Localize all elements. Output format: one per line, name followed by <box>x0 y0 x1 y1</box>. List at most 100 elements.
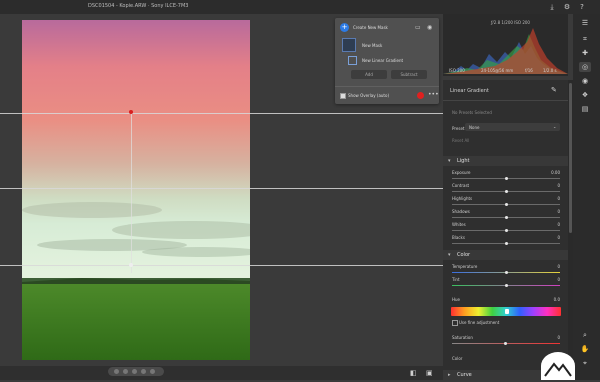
slider-label: Tint <box>452 277 460 282</box>
minimize-icon[interactable]: ▭ <box>415 24 421 31</box>
overlay-color-swatch[interactable] <box>417 92 424 99</box>
crop-tool-icon[interactable]: ⌗ <box>579 34 591 44</box>
download-icon[interactable]: ⤓ <box>548 3 556 11</box>
slider-value[interactable]: 0 <box>548 235 560 240</box>
visibility-icon[interactable]: ◉ <box>427 24 432 31</box>
mask-1-label[interactable]: New Mask <box>362 43 382 48</box>
landscape-photo <box>22 20 250 360</box>
edit-icon[interactable]: ✎ <box>551 86 557 94</box>
hue-knob[interactable] <box>505 309 509 314</box>
slider-label: Highlights <box>452 196 473 201</box>
overlay-checkbox[interactable] <box>340 93 346 99</box>
pager-dot[interactable] <box>141 369 146 374</box>
add-button[interactable]: Add <box>351 70 387 79</box>
mask-thumbnail[interactable] <box>342 38 356 52</box>
section-color-label: Color <box>457 252 471 258</box>
slider-value[interactable]: 0 <box>548 196 560 201</box>
add-mask-icon[interactable]: + <box>340 23 349 32</box>
masking-tool-icon[interactable]: ◎ <box>579 62 591 72</box>
compare-icon[interactable]: ◧ <box>410 369 417 377</box>
preset-label: Preset <box>452 126 465 131</box>
hand-tool-icon[interactable]: ✋ <box>579 344 591 354</box>
slider-label: Contrast <box>452 183 470 188</box>
slider-value[interactable]: 0 <box>548 277 560 282</box>
slider-knob[interactable] <box>505 271 508 274</box>
sampler-tool-icon[interactable]: ⌖ <box>579 358 591 368</box>
bottom-bar: ◧ ▣ <box>0 366 443 380</box>
chevron-right-icon: ▸ <box>448 372 451 378</box>
gradient-guide-bottom[interactable] <box>0 265 443 266</box>
mountain-logo-icon <box>544 362 572 377</box>
gradient-guide-top[interactable] <box>0 113 443 114</box>
help-icon[interactable]: ? <box>578 3 586 11</box>
lens-value: 24-105@56 mm <box>481 68 514 73</box>
redeye-tool-icon[interactable]: ◉ <box>579 76 591 86</box>
pager-dot[interactable] <box>150 369 155 374</box>
slider-value[interactable]: 0 <box>548 264 560 269</box>
slider-value[interactable]: 0.00 <box>548 170 560 175</box>
slider-label: Blacks <box>452 235 465 240</box>
section-light-header[interactable]: ▾ Light <box>443 156 568 166</box>
gradient-handle[interactable] <box>129 263 133 267</box>
photo-preview[interactable] <box>22 20 250 360</box>
divider <box>335 86 439 87</box>
color-label: Color <box>452 356 463 361</box>
pager-dot[interactable] <box>123 369 128 374</box>
slider-value[interactable]: 0 <box>548 183 560 188</box>
subtract-button[interactable]: Subtract <box>391 70 427 79</box>
mask-2-label[interactable]: New Linear Gradient <box>362 58 403 63</box>
aperture-value: f/16 <box>525 68 533 73</box>
before-after-icon[interactable]: ▣ <box>426 369 433 377</box>
iso-value: ISO 200 <box>449 68 465 73</box>
filmstrip-pager[interactable] <box>108 367 164 376</box>
create-mask-label[interactable]: Create New Mask <box>353 25 388 30</box>
chevron-down-icon: ▾ <box>448 158 451 164</box>
more-icon[interactable]: ••• <box>428 91 439 98</box>
pager-dot[interactable] <box>114 369 119 374</box>
window-title: DSC01504 - Kopie.ARW · Sony ILCE-7M3 <box>88 3 189 9</box>
saturation-knob[interactable] <box>504 342 507 345</box>
chevron-down-icon: ⌄ <box>553 124 557 129</box>
slider-label: Shadows <box>452 209 470 214</box>
slider-knob[interactable] <box>505 203 508 206</box>
presets-tool-icon[interactable]: ❖ <box>579 90 591 100</box>
slider-knob[interactable] <box>505 190 508 193</box>
shutter-value: 1/2.0 s <box>543 68 557 73</box>
hue-value[interactable]: 0.0 <box>548 297 560 302</box>
tool-strip: ☰ ⌗ ✚ ◎ ◉ ❖ ▤ ⌕ ✋ ⌖ <box>573 14 600 380</box>
hue-label: Hue <box>452 297 461 302</box>
slider-value[interactable]: 0 <box>548 209 560 214</box>
fine-adjust-label: Use fine adjustment <box>459 320 500 325</box>
slider-knob[interactable] <box>505 284 508 287</box>
slider-knob[interactable] <box>505 177 508 180</box>
slider-knob[interactable] <box>505 216 508 219</box>
slider-row: Blacks 0 <box>443 235 568 250</box>
panel-header: Linear Gradient <box>450 88 489 94</box>
reset-all-link[interactable]: Reset All <box>452 138 469 143</box>
adjustment-panel: Linear Gradient ✎ No Presets Selected Pr… <box>443 80 568 380</box>
zoom-tool-icon[interactable]: ⌕ <box>579 330 591 340</box>
linear-gradient-icon <box>348 56 357 65</box>
watermark-logo <box>541 352 575 380</box>
gradient-guide-center[interactable] <box>0 188 443 189</box>
gradient-pin[interactable] <box>129 110 133 114</box>
pager-dot[interactable] <box>132 369 137 374</box>
title-bar: DSC01504 - Kopie.ARW · Sony ILCE-7M3 ⤓ ⚙… <box>0 0 600 14</box>
no-presets-label: No Presets Selected <box>452 110 492 115</box>
slider-value[interactable]: 0 <box>548 222 560 227</box>
slider-knob[interactable] <box>505 229 508 232</box>
gradient-axis <box>131 113 132 273</box>
add-label: Add <box>365 72 373 77</box>
scrollbar-thumb[interactable] <box>569 83 572 233</box>
section-color-header[interactable]: ▾ Color <box>443 250 568 260</box>
camera-info: ISO 200 24-105@56 mm f/16 1/2.0 s <box>443 66 568 76</box>
settings-icon[interactable]: ⚙ <box>563 3 571 11</box>
fine-adjust-checkbox[interactable] <box>452 320 458 326</box>
subtract-label: Subtract <box>400 72 418 77</box>
snapshots-tool-icon[interactable]: ▤ <box>579 104 591 114</box>
preset-dropdown[interactable]: None ⌄ <box>465 123 560 131</box>
saturation-value[interactable]: 0 <box>548 335 560 340</box>
healing-tool-icon[interactable]: ✚ <box>579 48 591 58</box>
slider-knob[interactable] <box>505 242 508 245</box>
edit-tool-icon[interactable]: ☰ <box>579 18 591 28</box>
